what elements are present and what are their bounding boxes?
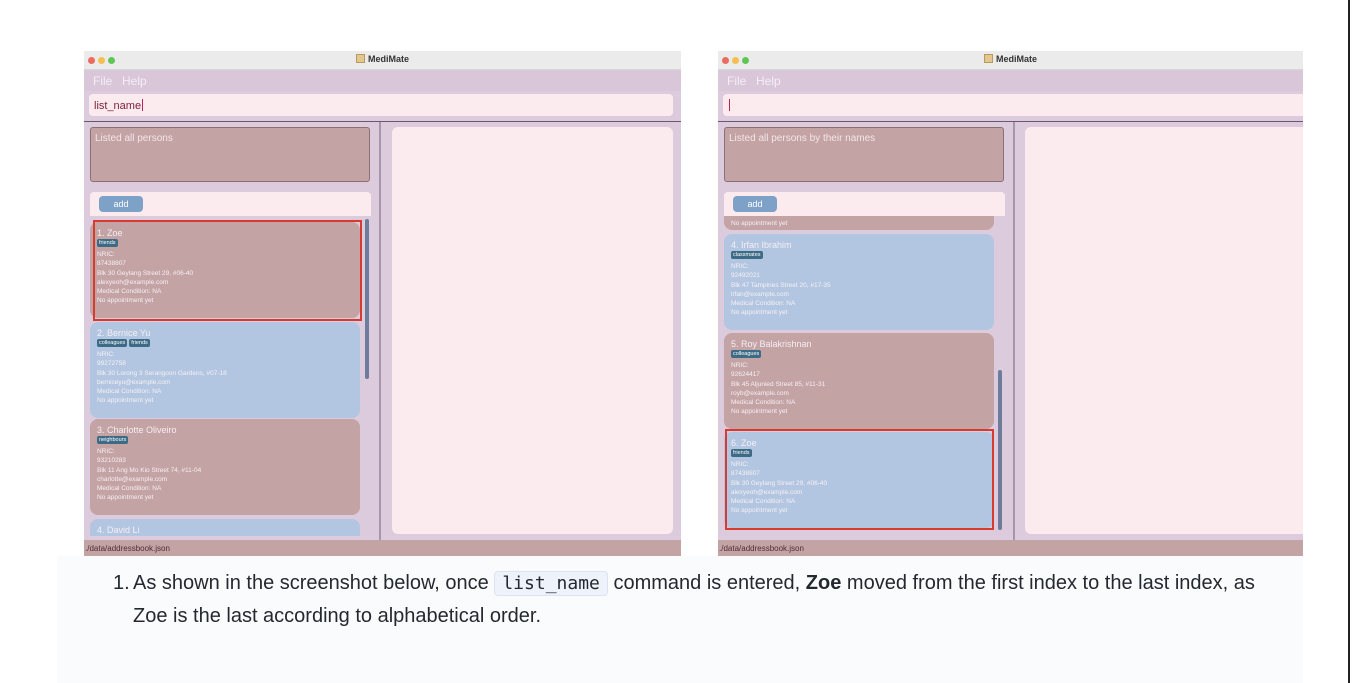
result-display: Listed all persons by their names (724, 127, 1004, 182)
person-name: 4. David Li (97, 525, 140, 535)
menu-file[interactable]: File (727, 74, 746, 88)
person-list-header: add (724, 192, 1005, 216)
person-address: Blk 11 Ang Mo Kio Street 74, #11-04 (97, 466, 202, 474)
person-address: Blk 45 Aljunied Street 85, #11-31 (731, 380, 826, 388)
person-medical: Medical Condition: NA (731, 399, 796, 407)
command-input[interactable]: list_name (89, 94, 673, 116)
tag: neighbours (97, 436, 129, 444)
person-address: Blk 30 Lorong 3 Serangoon Gardens, #07-1… (97, 369, 227, 377)
document-page: MediMate File Help list_name Listed all … (0, 0, 1368, 683)
panel-divider[interactable] (1013, 122, 1015, 540)
list-scrollbar[interactable] (998, 370, 1002, 530)
person-appointment: No appointment yet (97, 397, 154, 405)
person-card[interactable]: No appointment yet (724, 216, 994, 230)
person-name: 3. Charlotte Oliveiro (97, 425, 177, 435)
person-name: 4. Irfan Ibrahim (731, 240, 792, 250)
person-card[interactable]: 2. Bernice Yu colleagues friends NRIC: 99… (90, 322, 360, 418)
person-medical: Medical Condition: NA (731, 300, 796, 308)
person-medical: Medical Condition: NA (97, 388, 162, 396)
menu-help[interactable]: Help (756, 74, 781, 88)
left-panel: Listed all persons by their names add No… (718, 122, 1012, 540)
list-scrollbar[interactable] (365, 219, 369, 379)
person-card[interactable]: 3. Charlotte Oliveiro neighbours NRIC: 9… (90, 419, 360, 515)
tag: colleagues (97, 339, 128, 347)
menu-file[interactable]: File (93, 74, 112, 88)
detail-panel (392, 127, 673, 534)
add-button[interactable]: add (99, 196, 143, 212)
status-bar: ./data/addressbook.json (84, 540, 681, 557)
status-bar: ./data/addressbook.json (718, 540, 1303, 557)
title-bar: MediMate (84, 51, 681, 70)
medimate-window-before: MediMate File Help list_name Listed all … (84, 51, 681, 557)
status-path: ./data/addressbook.json (719, 544, 804, 553)
person-nric: NRIC: (731, 263, 749, 270)
person-email: irfan@example.com (731, 290, 789, 298)
command-input[interactable] (723, 94, 1303, 116)
app-icon (983, 54, 993, 63)
person-list-header: add (90, 192, 371, 216)
caption-list-item: 1. As shown in the screenshot below, onc… (113, 567, 1293, 633)
highlight-box (93, 220, 362, 321)
tag: classmates (731, 251, 763, 259)
menu-bar: File Help (718, 71, 1303, 91)
person-email: berniceyu@example.com (97, 378, 171, 386)
main-area: Listed all persons by their names add No… (718, 121, 1303, 540)
status-path: ./data/addressbook.json (85, 544, 170, 553)
window-title: MediMate (367, 54, 409, 64)
tag: friends (129, 339, 150, 347)
person-appointment: No appointment yet (97, 494, 154, 502)
main-area: Listed all persons add 1. Zoe friends NR… (84, 121, 681, 540)
caption-text: As shown in the screenshot below, once l… (133, 571, 1255, 627)
result-display: Listed all persons (90, 127, 370, 182)
panel-divider[interactable] (379, 122, 381, 540)
person-nric: NRIC: (731, 362, 749, 369)
menu-help[interactable]: Help (122, 74, 147, 88)
person-address: Blk 47 Tampines Street 20, #17-35 (731, 281, 831, 289)
text-caret (142, 99, 144, 111)
window-title: MediMate (995, 54, 1037, 64)
person-name: 5. Roy Balakrishnan (731, 339, 812, 349)
bold-text: Zoe (805, 572, 842, 594)
person-card[interactable]: 4. Irfan Ibrahim classmates NRIC: 924920… (724, 234, 994, 330)
result-text: Listed all persons (95, 133, 173, 144)
left-panel: Listed all persons add 1. Zoe friends NR… (84, 122, 378, 540)
person-name: 2. Bernice Yu (97, 328, 151, 338)
add-button[interactable]: add (733, 196, 777, 212)
inline-code: list_name (494, 571, 608, 596)
person-card[interactable]: 4. David Li (90, 519, 360, 536)
command-text: list_name (94, 100, 142, 112)
person-appointment: No appointment yet (731, 219, 788, 227)
result-text: Listed all persons by their names (729, 133, 876, 144)
medimate-window-after: MediMate File Help Listed all persons by… (718, 51, 1303, 557)
person-phone: 92492021 (731, 272, 760, 280)
app-icon (355, 54, 365, 63)
person-email: charlotte@example.com (97, 475, 168, 483)
person-phone: 92624417 (731, 371, 760, 379)
person-medical: Medical Condition: NA (97, 485, 162, 493)
person-phone: 93210283 (97, 457, 126, 465)
list-number: 1. (113, 572, 130, 594)
menu-bar: File Help (84, 71, 681, 91)
person-appointment: No appointment yet (731, 309, 788, 317)
person-card[interactable]: 5. Roy Balakrishnan colleagues NRIC: 926… (724, 333, 994, 429)
person-nric: NRIC: (97, 351, 115, 358)
text-caret (729, 99, 730, 111)
page-edge (1348, 0, 1368, 683)
person-appointment: No appointment yet (731, 408, 788, 416)
highlight-box (725, 429, 994, 530)
person-phone: 99272758 (97, 360, 126, 368)
person-email: royb@example.com (731, 389, 789, 397)
tag: colleagues (731, 350, 762, 358)
detail-panel (1025, 127, 1303, 534)
person-nric: NRIC: (97, 448, 115, 455)
title-bar: MediMate (718, 51, 1303, 70)
